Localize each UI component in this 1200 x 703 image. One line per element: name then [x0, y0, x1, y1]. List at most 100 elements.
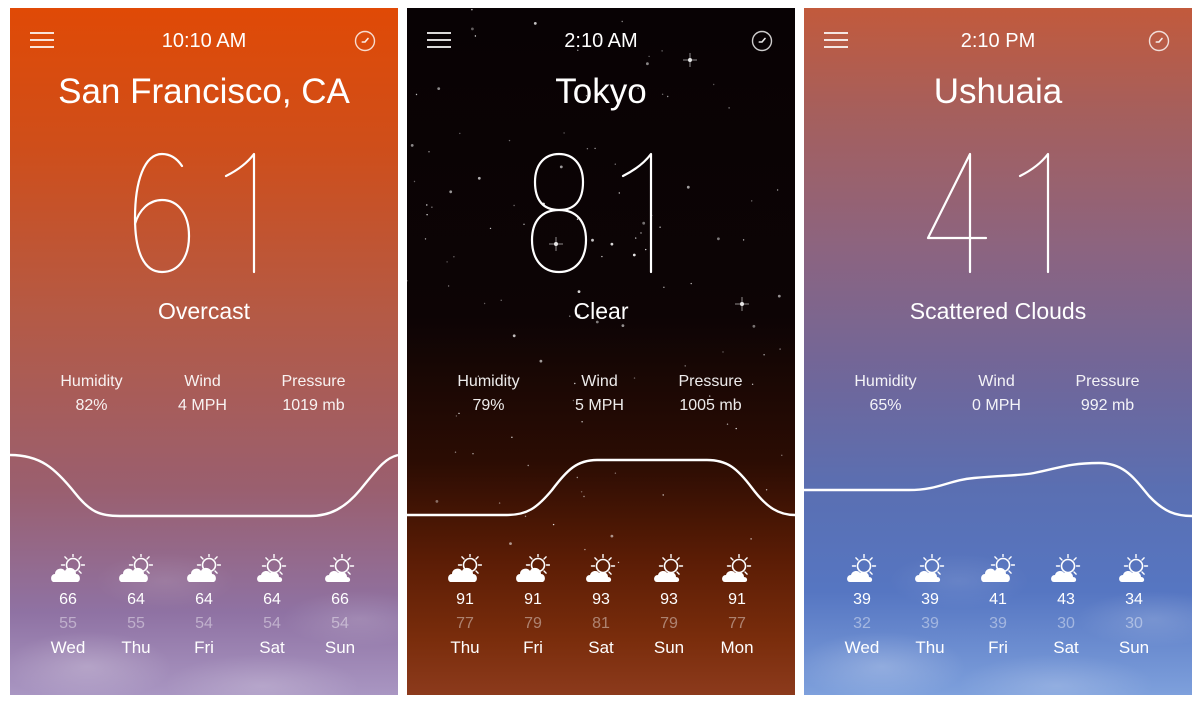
stat-value: 5 MPH	[575, 397, 624, 414]
stat-label: Pressure	[281, 373, 346, 390]
local-time: 2:10 PM	[960, 30, 1036, 52]
forecast-high: 91	[524, 591, 542, 608]
forecast-day-name: Thu	[121, 638, 151, 657]
forecast-day-name: Fri	[523, 638, 543, 657]
forecast-high: 66	[331, 591, 349, 608]
star	[690, 282, 692, 285]
partly-cloudy-icon	[847, 554, 877, 582]
city-name: San Francisco, CA	[58, 72, 350, 111]
forecast-day: 93 81 Sat	[567, 554, 635, 660]
stat-label: Humidity	[60, 373, 123, 390]
star	[621, 20, 623, 23]
clock-icon[interactable]	[1148, 30, 1170, 52]
temperature-trend-curve	[10, 453, 398, 518]
star	[584, 548, 586, 551]
mostly-cloudy-icon	[448, 554, 482, 582]
forecast-low: 54	[263, 615, 281, 632]
star	[447, 285, 450, 287]
star	[763, 354, 765, 356]
stat-label: Wind	[581, 373, 618, 390]
star	[726, 423, 729, 425]
forecast-day: 64 55 Thu	[102, 554, 170, 660]
forecast-day: 43 30 Sat	[1032, 554, 1100, 660]
forecast-day-name: Sun	[653, 638, 685, 657]
partly-cloudy-icon	[1119, 554, 1149, 582]
forecast-high: 39	[921, 591, 939, 608]
temperature-digit	[621, 152, 653, 274]
forecast-high: 93	[592, 591, 610, 608]
temperature-digit	[530, 152, 588, 274]
forecast-day-name: Wed	[844, 638, 880, 657]
forecast-low: 79	[524, 615, 542, 632]
stat-pressure: Pressure 1005 mb	[655, 370, 766, 418]
weather-panel-ushuaia: 2:10 PM Ushuaia Scattered Clouds Humidit…	[804, 8, 1192, 695]
temperature-digit	[926, 152, 988, 274]
stat-pressure: Pressure 992 mb	[1052, 370, 1163, 418]
partly-cloudy-icon	[654, 554, 684, 582]
stat-label: Pressure	[678, 373, 743, 390]
forecast-high: 93	[660, 591, 678, 608]
forecast-day-name: Mon	[720, 638, 754, 657]
stat-humidity: Humidity 79%	[433, 370, 544, 418]
stat-label: Pressure	[1075, 373, 1140, 390]
weather-condition: Overcast	[157, 298, 251, 324]
forecast-low: 54	[195, 615, 213, 632]
mostly-cloudy-icon	[981, 554, 1015, 582]
forecast-day: 64 54 Sat	[238, 554, 306, 660]
forecast-low: 55	[127, 615, 145, 632]
forecast-high: 91	[728, 591, 746, 608]
forecast-day: 34 30 Sun	[1100, 554, 1168, 660]
forecast-low: 77	[728, 615, 746, 632]
forecast-low: 30	[1125, 615, 1143, 632]
forecast-day: 39 32 Wed	[828, 554, 896, 660]
forecast-high: 66	[59, 591, 77, 608]
star	[663, 286, 665, 288]
star	[459, 132, 461, 135]
star	[563, 132, 565, 134]
stat-value: 0 MPH	[972, 397, 1021, 414]
forecast-low: 30	[1057, 615, 1075, 632]
forecast-day: 91 79 Fri	[499, 554, 567, 660]
forecast-day: 39 39 Thu	[896, 554, 964, 660]
temperature-digit	[1018, 152, 1050, 274]
forecast-low: 81	[592, 615, 610, 632]
star	[779, 348, 781, 350]
partly-cloudy-icon	[915, 554, 945, 582]
temperature-digit	[224, 152, 256, 274]
forecast-day: 91 77 Mon	[703, 554, 771, 660]
star	[410, 144, 414, 147]
forecast-day-name: Thu	[450, 638, 480, 657]
mostly-cloudy-icon	[187, 554, 221, 582]
forecast-day: 64 54 Fri	[170, 554, 238, 660]
star	[471, 9, 473, 11]
forecast-high: 64	[127, 591, 145, 608]
forecast-day-name: Wed	[50, 638, 86, 657]
forecast-high: 64	[263, 591, 281, 608]
city-name: Ushuaia	[933, 72, 1063, 111]
forecast-high: 91	[456, 591, 474, 608]
forecast-day-name: Sat	[1053, 638, 1079, 657]
temperature-digits	[926, 152, 1050, 274]
temperature-digit	[133, 152, 191, 274]
stat-pressure: Pressure 1019 mb	[258, 370, 369, 418]
forecast-high: 64	[195, 591, 213, 608]
forecast-day-name: Sun	[1118, 638, 1150, 657]
forecast-day: 66 54 Sun	[306, 554, 374, 660]
stat-value: 82%	[75, 397, 108, 414]
stat-humidity: Humidity 65%	[830, 370, 941, 418]
forecast-low: 39	[989, 615, 1007, 632]
star	[581, 421, 583, 423]
clock-icon[interactable]	[354, 30, 376, 52]
top-bar: 2:10 AM	[407, 26, 795, 60]
forecast-low: 55	[59, 615, 77, 632]
forecast-day-name: Sun	[324, 638, 356, 657]
clock-icon[interactable]	[751, 30, 773, 52]
stat-label: Humidity	[854, 373, 917, 390]
forecast-day-name: Fri	[194, 638, 214, 657]
forecast-row: 39 32 Wed 39 39 Thu 41 39 Fri 43 30 Sat 34 30 Sun	[828, 554, 1168, 660]
stat-value: 992 mb	[1080, 397, 1135, 414]
partly-cloudy-icon	[586, 554, 616, 582]
weather-panel-san-francisco: 10:10 AM San Francisco, CA Overcast Humi…	[10, 8, 398, 695]
star	[509, 542, 512, 545]
forecast-row: 66 55 Wed 64 55 Thu 64 54 Fri 64 54 Sat 66 54 Sun	[34, 554, 374, 660]
